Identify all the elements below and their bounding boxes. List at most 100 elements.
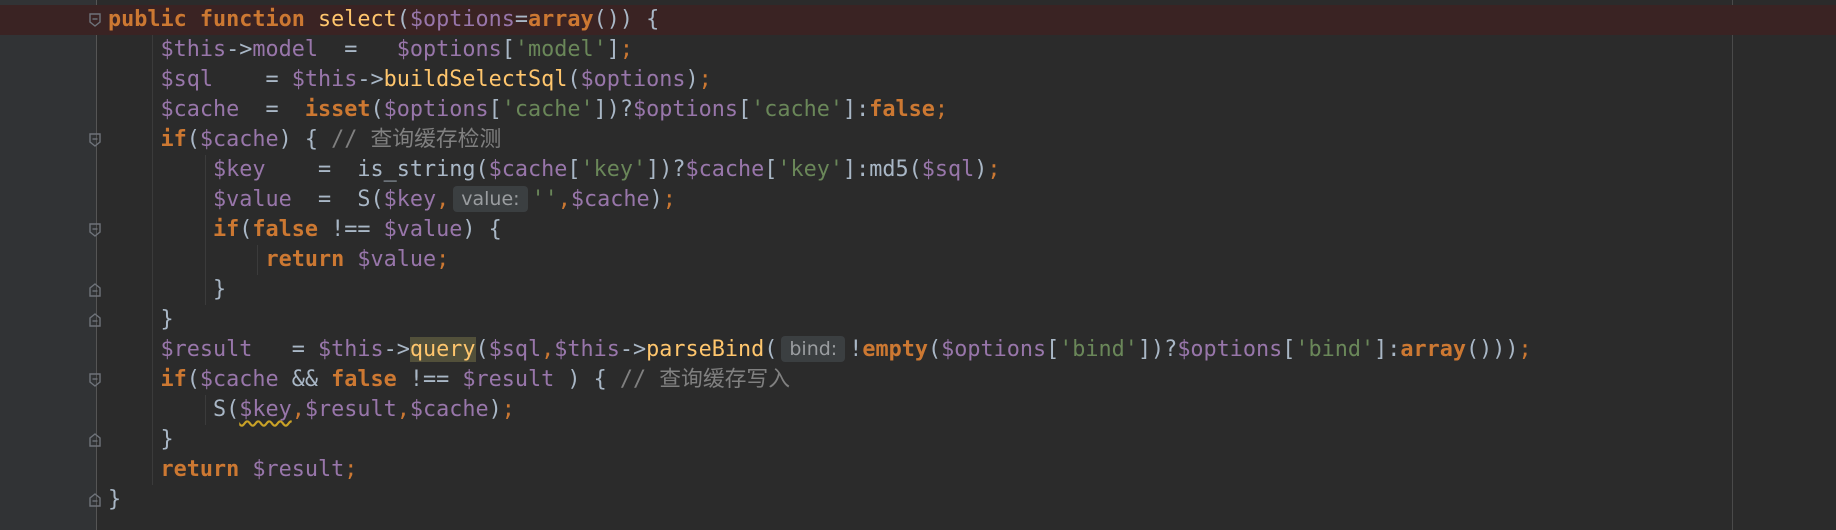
code-token: $options [383,97,489,122]
code-line[interactable]: $this->model = $options['model']; [0,35,1836,65]
code-token: ) [685,67,699,92]
code-token: $key [239,397,292,422]
code-token: [ [737,97,752,122]
fold-close-icon[interactable] [88,283,102,297]
code-token: $options [396,37,502,62]
code-token: ; [436,247,450,272]
code-token: S( [108,397,240,422]
code-text: public function select($options=array())… [108,5,659,35]
code-token: !== [317,217,384,242]
code-token: 'bind' [1295,337,1375,362]
code-token: , [557,187,571,212]
code-token: $options [632,97,738,122]
code-token: ; [619,37,633,62]
code-line[interactable]: } [0,305,1836,335]
code-token: } [108,277,227,302]
code-token: $this [318,337,384,362]
fold-open-icon[interactable] [88,223,102,237]
fold-close-icon[interactable] [88,313,102,327]
code-line[interactable]: if(false !== $value) { [0,215,1836,245]
code-line[interactable]: $cache = isset($options['cache'])?$optio… [0,95,1836,125]
code-token: [ [1046,337,1060,362]
code-token: array [527,7,594,32]
code-line[interactable]: if($cache && false !== $result ) { // 查询… [0,365,1836,395]
code-line[interactable]: S($key,$result,$cache); [0,395,1836,425]
code-area[interactable]: public function select($options=array())… [0,5,1836,515]
code-token: ) { [554,367,620,392]
code-token: array [1400,337,1467,362]
code-line[interactable]: return $result; [0,455,1836,485]
fold-open-icon[interactable] [88,373,102,387]
code-token: $options [409,7,515,32]
code-token: = [318,37,397,62]
code-token: $cache [488,157,568,182]
code-token: false [869,97,935,122]
code-token: ) { [462,217,502,242]
code-token: ])? [1137,337,1178,362]
code-line[interactable]: if($cache) { // 查询缓存检测 [0,125,1836,155]
code-line[interactable]: $result = $this->query($sql,$this->parse… [0,335,1836,365]
code-text: $value = S($key, value: '',$cache); [108,185,676,215]
code-token: function [199,7,318,32]
code-token: ; [698,67,712,92]
code-line[interactable]: $sql = $this->buildSelectSql($options); [0,65,1836,95]
code-line[interactable]: public function select($options=array())… [0,5,1836,35]
code-token: 'key' [777,157,843,182]
code-token: ()) { [593,7,660,32]
code-token: -> [383,337,410,362]
code-token: ( [764,337,778,362]
code-token: ) [488,397,502,422]
code-editor[interactable]: public function select($options=array())… [0,0,1836,530]
code-line[interactable]: $key = is_string($cache['key'])?$cache['… [0,155,1836,185]
code-line[interactable]: return $value; [0,245,1836,275]
code-token: isset [304,97,371,122]
code-token: $sql [488,337,542,362]
code-token: 'model' [514,37,607,62]
code-token: -> [619,337,647,362]
code-token: = S( [291,187,384,212]
code-token: $key [212,157,266,182]
code-token: ; [934,97,948,122]
code-token: public [108,7,200,32]
code-token: ; [987,157,1001,182]
code-token: , [396,397,410,422]
code-token: false [331,367,397,392]
code-token: ( [186,367,200,392]
code-token: ( [475,337,489,362]
code-token: ( [186,127,200,152]
code-line[interactable]: } [0,275,1836,305]
fold-open-icon[interactable] [88,13,102,27]
code-line[interactable]: $value = S($key, value: '',$cache); [0,185,1836,215]
code-token: [ [567,157,581,182]
code-token: 'key' [580,157,647,182]
code-token: } [108,427,174,452]
code-token: $this [291,67,358,92]
code-token: } [108,487,122,512]
code-token: ]:md5( [842,157,922,182]
code-token: select [317,7,397,32]
code-token: [ [501,37,515,62]
code-token: ( [567,67,581,92]
fold-close-icon[interactable] [88,493,102,507]
code-token: ; [344,457,358,482]
code-token: ( [239,217,253,242]
code-token: ]: [1374,337,1401,362]
fold-close-icon[interactable] [88,433,102,447]
fold-open-icon[interactable] [88,133,102,147]
code-token: [ [764,157,778,182]
code-token: model [252,37,318,62]
code-token: 'cache' [751,97,843,122]
code-token: $this [554,337,620,362]
code-line[interactable]: } [0,485,1836,515]
code-text: if($cache) { // 查询缓存检测 [108,125,502,155]
code-line[interactable]: } [0,425,1836,455]
code-token: ())) [1466,337,1519,362]
code-token: ! [849,337,863,362]
code-token: -> [357,67,384,92]
code-token: ( [396,7,410,32]
